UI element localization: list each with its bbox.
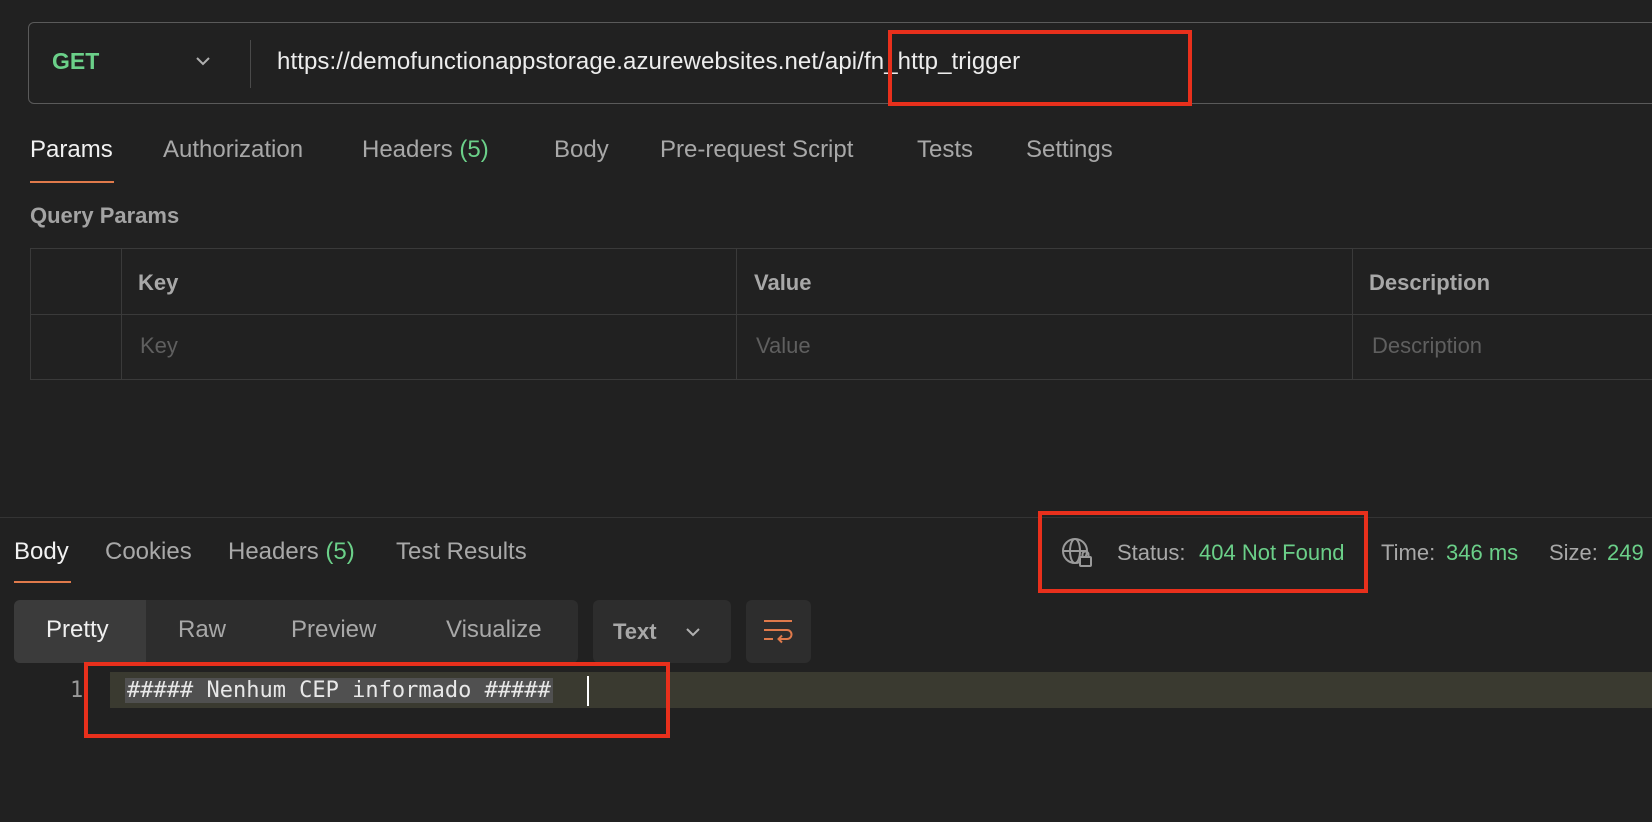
tab-label: Authorization: [163, 136, 304, 163]
response-tab-cookies[interactable]: Cookies: [105, 538, 192, 566]
tab-count: (5): [325, 538, 355, 565]
size-label: Size:: [1549, 540, 1598, 565]
response-time[interactable]: 346 ms: [1446, 540, 1518, 566]
annotation-box-body: [84, 662, 670, 738]
tab-body[interactable]: Body: [554, 136, 609, 164]
tab-label: Params: [30, 136, 113, 163]
active-tab-indicator: [30, 181, 114, 183]
response-divider: [0, 517, 1652, 518]
tab-settings[interactable]: Settings: [1026, 136, 1113, 164]
tab-label: Headers: [228, 538, 319, 565]
wrap-lines-icon: [764, 620, 793, 644]
url-divider: [250, 40, 251, 88]
description-input[interactable]: Description: [1372, 333, 1482, 359]
query-params-title: Query Params: [30, 203, 180, 228]
tab-label: Body: [554, 136, 609, 163]
table-col-divider: [736, 248, 737, 380]
mode-pretty[interactable]: Pretty: [46, 616, 109, 644]
column-header-key: Key: [138, 270, 179, 295]
tab-label: Body: [14, 538, 69, 565]
time-label: Time:: [1381, 540, 1436, 565]
annotation-box-url: [888, 30, 1192, 106]
value-input[interactable]: Value: [756, 333, 811, 359]
active-response-tab-indicator: [14, 581, 71, 583]
tab-label: Tests: [917, 136, 974, 163]
response-size[interactable]: 249: [1607, 540, 1644, 566]
method-select[interactable]: GET: [52, 48, 99, 75]
tab-count: (5): [459, 136, 489, 163]
response-tab-headers[interactable]: Headers (5): [228, 538, 355, 566]
response-tab-test-results[interactable]: Test Results: [396, 538, 527, 566]
table-row-divider: [30, 314, 1652, 315]
tab-pre-request-script[interactable]: Pre-request Script: [660, 136, 853, 164]
column-header-description: Description: [1369, 270, 1491, 295]
tab-label: Settings: [1026, 136, 1113, 163]
tab-params[interactable]: Params: [30, 136, 113, 164]
mode-raw[interactable]: Raw: [178, 616, 226, 644]
tab-label: Pre-request Script: [660, 136, 854, 163]
tab-tests[interactable]: Tests: [917, 136, 973, 164]
mode-preview[interactable]: Preview: [291, 616, 376, 644]
table-col-divider: [1352, 248, 1353, 380]
tab-label: Cookies: [105, 538, 192, 565]
tab-authorization[interactable]: Authorization: [163, 136, 303, 164]
chevron-down-icon[interactable]: [194, 52, 212, 70]
tab-headers[interactable]: Headers (5): [362, 136, 489, 164]
line-number: 1: [70, 678, 84, 703]
response-tab-body[interactable]: Body: [14, 538, 69, 566]
tab-label: Headers: [362, 136, 453, 163]
tab-label: Test Results: [396, 538, 527, 565]
annotation-box-status: [1038, 511, 1368, 593]
body-format-label: Text: [613, 619, 657, 644]
column-header-value: Value: [754, 270, 812, 295]
table-col-divider: [121, 248, 122, 380]
key-input[interactable]: Key: [140, 333, 178, 359]
mode-visualize[interactable]: Visualize: [446, 616, 542, 644]
chevron-down-icon: [686, 628, 700, 637]
